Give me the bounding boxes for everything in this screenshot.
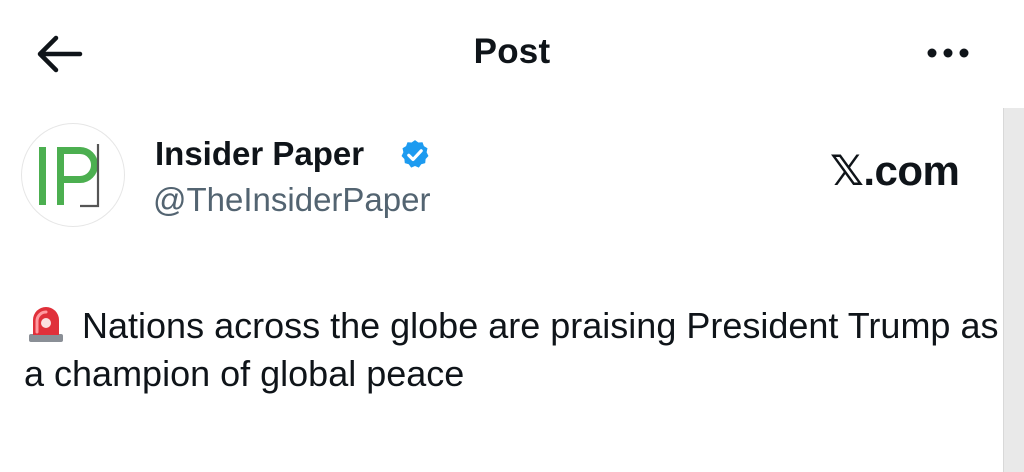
insider-paper-logo [39, 144, 100, 208]
rotating-light-siren-icon [24, 304, 68, 344]
post-text-content: Nations across the globe are praising Pr… [24, 305, 999, 394]
author-name[interactable]: Insider Paper [155, 135, 364, 173]
scrollbar-edge [1003, 108, 1024, 472]
top-bar: Post [0, 0, 1024, 105]
more-horizontal-icon [927, 48, 969, 58]
verified-badge-icon [398, 138, 432, 172]
x-com-watermark: 𝕏.com [830, 147, 960, 194]
avatar[interactable] [22, 124, 124, 226]
author-handle[interactable]: @TheInsiderPaper [153, 181, 430, 219]
more-options-button[interactable] [920, 36, 976, 70]
post-text: Nations across the globe are praising Pr… [24, 302, 999, 398]
page-title: Post [473, 32, 551, 71]
post-detail-screen: Post Insider Paper @TheInsiderPaper 𝕏.co… [0, 0, 1024, 472]
